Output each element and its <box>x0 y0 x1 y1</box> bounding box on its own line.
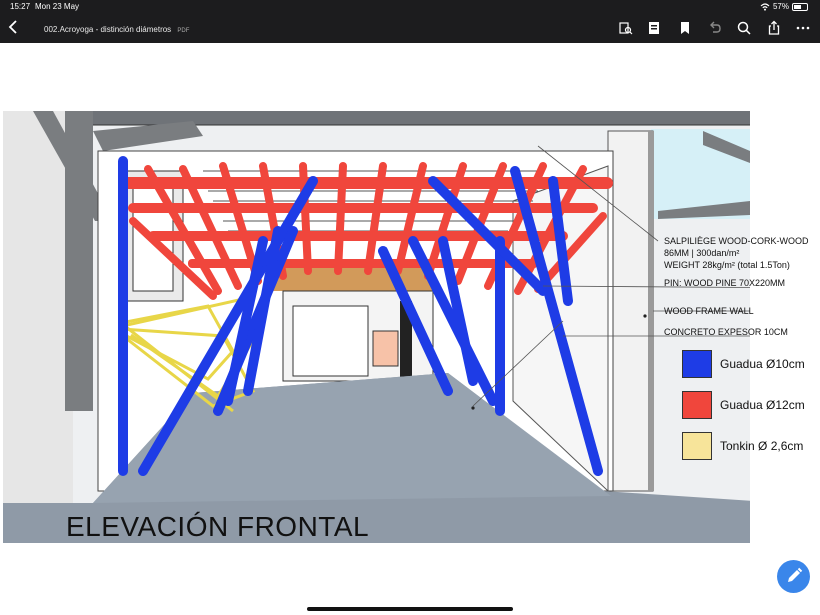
legend-item: Guadua Ø10cm <box>682 350 805 378</box>
annotation-material: SALPILIÈGE WOOD-CORK-WOOD <box>664 236 809 246</box>
more-icon[interactable] <box>795 20 811 36</box>
legend-swatch-blue <box>682 350 712 378</box>
document-kind: PDF <box>177 28 190 34</box>
edit-button[interactable] <box>777 560 810 593</box>
status-indicators: 57% <box>760 2 808 11</box>
search-icon[interactable] <box>736 20 752 36</box>
document-title: 002.Acroyoga - distinción diámetros PDF <box>44 25 189 34</box>
annotation-weight: WEIGHT 28kg/m² (total 1.5Ton) <box>664 260 790 270</box>
legend-swatch-red <box>682 391 712 419</box>
annotation-frame-wall: WOOD FRAME WALL <box>664 306 754 316</box>
home-indicator[interactable] <box>307 607 513 611</box>
undo-icon[interactable] <box>707 20 723 36</box>
battery-icon <box>792 2 808 11</box>
top-bar: 15:27 Mon 23 May 57% 002.Acroyoga - dist… <box>0 0 820 43</box>
annotation-block: SALPILIÈGE WOOD-CORK-WOOD 86MM | 300dan/… <box>664 235 809 271</box>
document-name: 002.Acroyoga - distinción diámetros <box>44 25 172 34</box>
search-text-icon[interactable] <box>617 20 633 36</box>
drawing-title: ELEVACIÓN FRONTAL <box>66 511 370 542</box>
document-outline-icon[interactable] <box>646 20 662 36</box>
chevron-left-icon <box>8 20 17 34</box>
legend-label-guadua-12: Guadua Ø12cm <box>720 398 805 412</box>
share-icon[interactable] <box>766 20 782 36</box>
wifi-icon <box>760 2 770 11</box>
annotation-thickness: 86MM | 300dan/m² <box>664 248 740 258</box>
legend-swatch-yellow <box>682 432 712 460</box>
annotation-concrete: CONCRETO EXPESOR 10CM <box>664 327 788 337</box>
legend: Guadua Ø10cm Guadua Ø12cm Tonkin Ø 2,6cm <box>682 350 805 460</box>
bookmark-icon[interactable] <box>677 20 693 36</box>
legend-item: Tonkin Ø 2,6cm <box>682 432 805 460</box>
battery-percent: 57% <box>772 2 789 11</box>
legend-label-tonkin: Tonkin Ø 2,6cm <box>720 439 804 453</box>
back-button[interactable] <box>8 20 18 38</box>
pencil-icon <box>788 567 803 582</box>
legend-label-guadua-10: Guadua Ø10cm <box>720 357 805 371</box>
elevation-drawing <box>3 111 750 543</box>
annotation-pin: PIN: WOOD PINE 70X220MM <box>664 278 786 288</box>
status-date: Mon 23 May <box>35 2 80 11</box>
legend-item: Guadua Ø12cm <box>682 391 805 419</box>
status-time: 15:27 <box>10 2 31 11</box>
